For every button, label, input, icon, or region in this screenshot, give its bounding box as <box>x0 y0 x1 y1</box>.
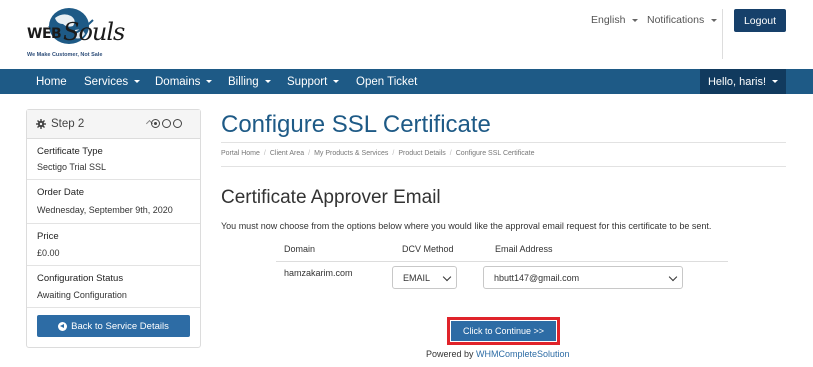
title-divider <box>221 142 786 143</box>
sidebar-row-price: Price £0.00 <box>27 224 200 266</box>
column-header-domain: Domain <box>284 244 316 254</box>
caret-down-icon <box>206 80 213 83</box>
logout-button[interactable]: Logout <box>734 9 786 32</box>
section-title: Certificate Approver Email <box>221 187 441 208</box>
breadcrumb-separator: / <box>392 150 395 157</box>
gear-icon <box>36 119 46 129</box>
order-summary-sidebar: Step 2 Certificate Type Sectigo Trial SS… <box>26 109 201 348</box>
caret-down-icon <box>711 18 718 22</box>
nav-home-label: Home <box>36 75 67 88</box>
price-label: Price <box>37 231 59 242</box>
powered-by-text: Powered by <box>426 349 477 359</box>
step-dot <box>173 119 182 128</box>
breadcrumb-separator: / <box>308 150 311 157</box>
nav-billing-label: Billing <box>228 75 259 88</box>
breadcrumb: Portal Home / Client Area / My Products … <box>221 150 534 157</box>
chevron-down-icon <box>442 272 452 282</box>
dcv-method-select[interactable]: EMAIL <box>392 266 457 289</box>
table-header-divider <box>276 261 728 262</box>
certificate-type-value: Sectigo Trial SSL <box>37 162 107 172</box>
whmcs-link[interactable]: WHMCompleteSolution <box>476 349 570 359</box>
caret-down-icon <box>134 80 141 83</box>
click-to-continue-button[interactable]: Click to Continue >> <box>451 321 556 341</box>
breadcrumb-divider <box>221 166 786 167</box>
breadcrumb-products-services[interactable]: My Products & Services <box>314 150 388 157</box>
nav-support-label: Support <box>287 75 328 88</box>
section-description: You must now choose from the options bel… <box>221 221 712 231</box>
caret-down-icon <box>264 80 271 83</box>
configuration-status-value: Awaiting Configuration <box>37 290 127 300</box>
language-label: English <box>591 14 626 26</box>
caret-down-icon <box>632 18 639 22</box>
step-dot <box>162 119 171 128</box>
user-menu[interactable]: Hello, haris! <box>700 69 786 94</box>
order-date-value: Wednesday, September 9th, 2020 <box>37 205 173 215</box>
nav-domains-label: Domains <box>155 75 201 88</box>
configuration-status-label: Configuration Status <box>37 273 124 284</box>
caret-down-icon <box>772 80 779 83</box>
sidebar-row-certificate-type: Certificate Type Sectigo Trial SSL <box>27 139 200 180</box>
main-navbar: Home Services Domains Billing Support Op… <box>0 69 813 94</box>
domain-cell: hamzakarim.com <box>284 268 353 278</box>
header: WEB Souls We Make Customer, Not Sale Eng… <box>0 0 813 69</box>
nav-home[interactable]: Home <box>36 69 67 94</box>
arrow-left-circle-icon <box>58 321 68 331</box>
nav-support[interactable]: Support <box>287 69 340 94</box>
dcv-method-value: EMAIL <box>403 272 431 283</box>
nav-billing[interactable]: Billing <box>228 69 271 94</box>
breadcrumb-separator: / <box>263 150 266 157</box>
notifications-label: Notifications <box>647 14 705 26</box>
column-header-email-address: Email Address <box>495 244 553 254</box>
column-header-dcv-method: DCV Method <box>402 244 454 254</box>
approver-email-value: hbutt147@gmail.com <box>494 272 580 283</box>
page-title: Configure SSL Certificate <box>221 111 491 138</box>
sidebar-row-order-date: Order Date Wednesday, September 9th, 202… <box>27 180 200 224</box>
user-greeting: Hello, haris! <box>707 75 767 88</box>
nav-services[interactable]: Services <box>84 69 141 94</box>
logo-web-text: WEB <box>27 26 62 42</box>
step-label: Step 2 <box>51 118 85 130</box>
caret-down-icon <box>333 80 340 83</box>
chevron-down-icon <box>668 272 678 282</box>
sidebar-actions: Back to Service Details <box>27 308 200 344</box>
step-indicator <box>151 119 182 128</box>
breadcrumb-product-details[interactable]: Product Details <box>398 150 445 157</box>
back-to-service-details-button[interactable]: Back to Service Details <box>37 315 190 337</box>
nav-open-ticket-label: Open Ticket <box>356 75 418 88</box>
nav-services-label: Services <box>84 75 129 88</box>
nav-open-ticket[interactable]: Open Ticket <box>356 69 417 94</box>
header-divider <box>722 9 723 59</box>
price-value: £0.00 <box>37 248 60 258</box>
powered-by-footer: Powered by WHMCompleteSolution <box>426 349 570 359</box>
notifications-dropdown[interactable]: Notifications <box>647 14 718 26</box>
logo-tagline: We Make Customer, Not Sale <box>27 52 103 58</box>
certificate-type-label: Certificate Type <box>37 146 103 157</box>
nav-domains[interactable]: Domains <box>155 69 213 94</box>
breadcrumb-client-area[interactable]: Client Area <box>270 150 304 157</box>
logo-souls-text: Souls <box>63 18 125 46</box>
order-date-label: Order Date <box>37 187 84 198</box>
back-button-label: Back to Service Details <box>71 320 169 332</box>
sidebar-row-configuration-status: Configuration Status Awaiting Configurat… <box>27 266 200 308</box>
breadcrumb-portal-home[interactable]: Portal Home <box>221 150 260 157</box>
breadcrumb-current: Configure SSL Certificate <box>455 150 535 157</box>
websouls-logo[interactable]: WEB Souls We Make Customer, Not Sale <box>25 6 125 66</box>
sidebar-header: Step 2 <box>27 110 200 139</box>
continue-button-highlight: Click to Continue >> <box>447 317 560 345</box>
language-dropdown[interactable]: English <box>591 14 639 26</box>
step-dot-active <box>151 119 160 128</box>
breadcrumb-separator: / <box>449 150 452 157</box>
approver-email-select[interactable]: hbutt147@gmail.com <box>483 266 683 289</box>
